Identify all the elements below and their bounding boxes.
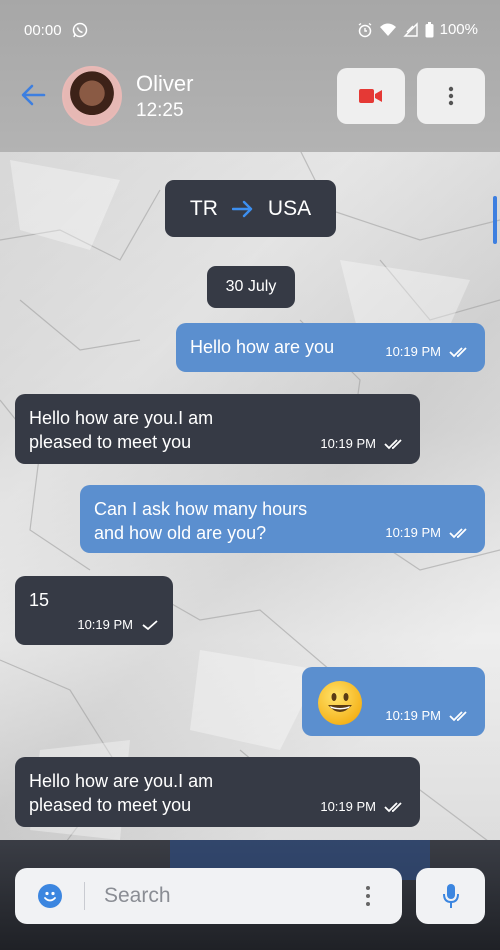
voice-record-button[interactable] (416, 868, 485, 924)
double-check-icon (384, 439, 402, 450)
status-time: 00:00 (24, 22, 62, 39)
message-bubble-incoming[interactable]: Hello how are you.I am pleased to meet y… (15, 394, 420, 464)
video-camera-icon (359, 89, 382, 103)
message-meta: 10:19 PM (320, 795, 406, 819)
double-check-icon (449, 528, 467, 539)
smiley-icon (44, 891, 56, 902)
message-bubble-incoming[interactable]: 15 10:19 PM (15, 576, 173, 645)
message-bubble-incoming[interactable]: Hello how are you.I am pleased to meet y… (15, 757, 420, 827)
scrollbar[interactable] (493, 196, 497, 244)
battery-icon (425, 21, 434, 37)
microphone-icon (442, 884, 459, 908)
more-vertical-icon[interactable] (358, 884, 378, 908)
language-selector[interactable]: TR USA (165, 180, 336, 237)
message-time: 10:19 PM (385, 344, 441, 359)
message-time: 10:19 PM (320, 436, 376, 451)
date-separator: 30 July (207, 266, 295, 308)
message-time: 10:19 PM (385, 525, 441, 540)
input-divider (84, 882, 85, 910)
target-language: USA (267, 196, 312, 220)
contact-name: Oliver (136, 71, 194, 96)
message-meta: 10:19 PM (385, 704, 471, 728)
double-check-icon (449, 347, 467, 358)
contact-last-seen: 12:25 (136, 100, 184, 121)
back-arrow-icon[interactable] (18, 80, 48, 110)
alarm-icon (358, 22, 372, 37)
source-language: TR (189, 196, 218, 220)
battery-percent: 100% (439, 21, 478, 38)
message-bubble-outgoing[interactable]: Hello how are you 10:19 PM (176, 323, 485, 372)
arrow-right-icon (231, 200, 253, 217)
emoji-button[interactable] (38, 884, 62, 908)
more-options-button[interactable] (417, 68, 485, 124)
message-time: 10:19 PM (385, 708, 441, 723)
message-time: 10:19 PM (77, 617, 133, 632)
message-text: Can I ask how many hours and how old are… (94, 499, 308, 543)
video-call-button[interactable] (337, 68, 405, 124)
wifi-icon (379, 23, 396, 36)
check-icon (142, 620, 158, 631)
message-text: Hello how are you.I am pleased to meet y… (29, 408, 214, 452)
more-vertical-icon (448, 86, 454, 106)
avatar[interactable] (62, 66, 122, 126)
whatsapp-icon (72, 22, 88, 38)
search-input[interactable] (104, 874, 344, 918)
chat-header: 00:00 100% Oliver 12:25 (0, 0, 500, 152)
signal-icon (402, 21, 418, 37)
message-meta: 10:19 PM (385, 340, 471, 364)
message-text: Hello how are you.I am pleased to meet y… (29, 771, 214, 815)
message-text: Hello how are you (190, 337, 335, 357)
message-meta: 10:19 PM (320, 432, 406, 456)
status-icons: 100% (357, 21, 478, 38)
message-bubble-outgoing[interactable]: 10:19 PM (302, 667, 485, 736)
message-meta: 10:19 PM (385, 521, 471, 545)
chat-screen: 00:00 100% Oliver 12:25 TR USA 30 July H… (0, 0, 500, 950)
message-text: 15 (29, 590, 50, 610)
double-check-icon (449, 711, 467, 722)
double-check-icon (384, 802, 402, 813)
status-bar: 00:00 100% (0, 0, 500, 60)
message-bubble-outgoing[interactable]: Can I ask how many hours and how old are… (80, 485, 485, 553)
message-time: 10:19 PM (320, 799, 376, 814)
message-meta: 10:19 PM (77, 613, 159, 637)
grinning-face-emoji-icon (318, 681, 362, 725)
